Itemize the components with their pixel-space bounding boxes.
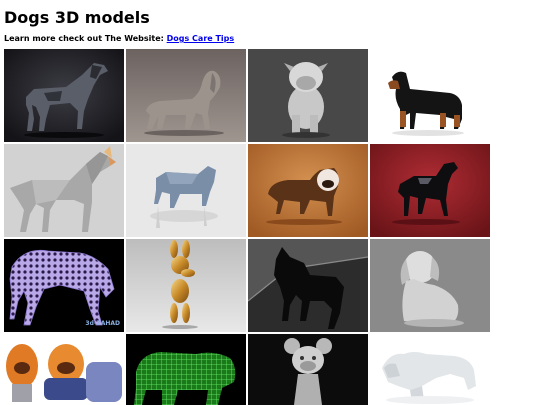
gallery-image-blue-lowpoly-dog[interactable]: [126, 144, 246, 237]
gallery-image-white-sculpted-dog[interactable]: [370, 334, 490, 405]
gallery-image-grey-sitting-puppy[interactable]: [370, 239, 490, 332]
gallery-image-brown-bulldog[interactable]: [248, 144, 368, 237]
gallery-image-black-rottweiler[interactable]: [248, 239, 368, 332]
gallery-image-orange-bulldog-figures[interactable]: [4, 334, 124, 405]
image-watermark: 3d-ZAHAD: [85, 320, 120, 327]
gallery-image-cartoon-dog-bust[interactable]: [248, 334, 368, 405]
gallery-image-gold-balloon-dog[interactable]: [126, 239, 246, 332]
dogs-care-tips-link[interactable]: Dogs Care Tips: [167, 34, 235, 43]
gallery-image-black-tan-dachshund[interactable]: [370, 49, 490, 142]
intro-text: Learn more check out The Website: Dogs C…: [4, 34, 234, 44]
gallery-image-dark-pointer[interactable]: [4, 49, 124, 142]
gallery-image-lowpoly-doberman[interactable]: [4, 144, 124, 237]
gallery-image-black-dog-on-red[interactable]: [370, 144, 490, 237]
gallery-image-green-wireframe-bulldog[interactable]: [126, 334, 246, 405]
intro-label: Learn more check out The Website:: [4, 34, 167, 43]
image-gallery: 3d-ZAHAD: [4, 49, 491, 405]
gallery-image-grey-dachshund[interactable]: [126, 49, 246, 142]
gallery-image-purple-wireframe-cheetah[interactable]: 3d-ZAHAD: [4, 239, 124, 332]
page-title: Dogs 3D models: [4, 8, 150, 27]
gallery-image-silver-bulldog[interactable]: [248, 49, 368, 142]
